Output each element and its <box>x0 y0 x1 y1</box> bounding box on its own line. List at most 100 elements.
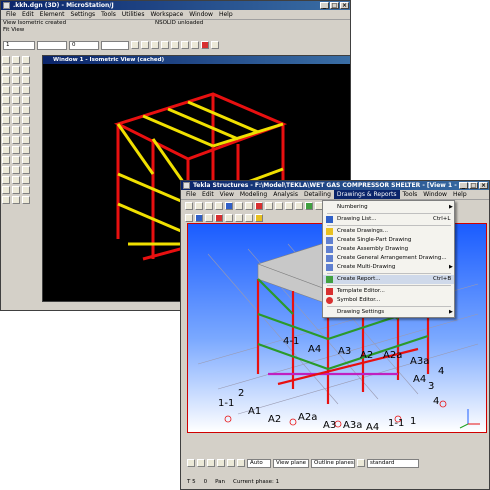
select-icon[interactable] <box>2 56 10 64</box>
column-icon[interactable] <box>265 202 273 210</box>
outline-dropdown[interactable]: Outline planes <box>311 458 355 468</box>
view-previous-icon[interactable] <box>12 156 20 164</box>
close-button[interactable]: × <box>340 2 349 9</box>
weld-icon[interactable] <box>295 202 303 210</box>
redo-icon[interactable] <box>191 41 199 49</box>
beam-icon[interactable] <box>255 202 263 210</box>
delete-icon[interactable] <box>215 214 223 222</box>
menu-window[interactable]: Window <box>186 10 216 19</box>
cell-icon[interactable] <box>22 76 30 84</box>
cut-icon[interactable] <box>151 41 159 49</box>
fit-view-icon[interactable] <box>12 146 20 154</box>
window-area-icon[interactable] <box>2 146 10 154</box>
tekla-menu-view[interactable]: View <box>217 190 237 199</box>
undo-icon[interactable] <box>181 41 189 49</box>
render-view-icon[interactable] <box>12 166 20 174</box>
menu-edit[interactable]: Edit <box>19 10 37 19</box>
tekla-menu-drawings-reports[interactable]: Drawings & Reports <box>333 190 400 199</box>
delete-icon[interactable] <box>12 96 20 104</box>
arc-icon[interactable] <box>12 66 20 74</box>
menu-item-single-part[interactable]: Create Single-Part Drawing <box>323 236 454 245</box>
point-icon[interactable] <box>205 214 213 222</box>
menu-utilities[interactable]: Utilities <box>119 10 148 19</box>
snap-nearest-icon[interactable] <box>227 459 235 467</box>
accudraw-icon[interactable] <box>22 176 30 184</box>
plate-icon[interactable] <box>275 202 283 210</box>
mirror-icon[interactable] <box>245 214 253 222</box>
print-icon[interactable] <box>215 202 223 210</box>
tekla-menu-window[interactable]: Window <box>420 190 450 199</box>
microstation-title-bar[interactable]: .kkh.dgn (3D) - MicroStation/J _ □ × <box>1 1 350 10</box>
camera-icon[interactable] <box>2 166 10 174</box>
snap-icon[interactable] <box>12 176 20 184</box>
raster-icon[interactable] <box>22 186 30 194</box>
menu-item-drawing-list[interactable]: Drawing List... Ctrl+L <box>323 215 454 224</box>
hatch-icon[interactable] <box>12 196 20 204</box>
snap-depth-dropdown[interactable]: Auto <box>247 458 271 468</box>
menu-item-drawing-settings[interactable]: Drawing Settings ▶ <box>323 308 454 317</box>
polygon-icon[interactable] <box>2 76 10 84</box>
line-icon[interactable] <box>195 214 203 222</box>
chamfer-icon[interactable] <box>22 116 30 124</box>
rotate-view-icon[interactable] <box>22 146 30 154</box>
select-filter-icon[interactable] <box>357 459 365 467</box>
menu-item-create-report[interactable]: Create Report... Ctrl+B <box>323 275 454 284</box>
new-icon[interactable] <box>185 202 193 210</box>
menu-help[interactable]: Help <box>216 10 236 19</box>
fence-icon[interactable] <box>12 56 20 64</box>
menu-item-multi-drawing[interactable]: Create Multi-Drawing ▶ <box>323 263 454 272</box>
tekla-menu-file[interactable]: File <box>183 190 199 199</box>
bolt-icon[interactable] <box>285 202 293 210</box>
line-icon[interactable] <box>2 66 10 74</box>
render-icon[interactable] <box>201 41 209 49</box>
menu-item-numbering[interactable]: Numbering ▶ <box>323 203 454 212</box>
plane-dropdown[interactable]: View plane <box>273 458 309 468</box>
redo-icon[interactable] <box>245 202 253 210</box>
text-icon[interactable] <box>12 76 20 84</box>
menu-item-symbol-editor[interactable]: Symbol Editor... <box>323 296 454 305</box>
snap-perpendicular-icon[interactable] <box>217 459 225 467</box>
snap-mid-icon[interactable] <box>197 459 205 467</box>
move-icon[interactable] <box>22 56 30 64</box>
filter-icon[interactable] <box>255 214 263 222</box>
menu-element[interactable]: Element <box>37 10 68 19</box>
maximize-button[interactable]: □ <box>330 2 339 9</box>
fillet-icon[interactable] <box>12 116 20 124</box>
move-icon[interactable] <box>235 214 243 222</box>
menu-file[interactable]: File <box>3 10 19 19</box>
level-dropdown[interactable]: 1 <box>3 40 35 50</box>
surface-icon[interactable] <box>12 126 20 134</box>
snap-free-icon[interactable] <box>237 459 245 467</box>
tag-icon[interactable] <box>22 196 30 204</box>
modify-icon[interactable] <box>2 96 10 104</box>
close-button[interactable]: × <box>479 182 488 189</box>
minimize-button[interactable]: _ <box>459 182 468 189</box>
circle-icon[interactable] <box>22 66 30 74</box>
level-manager-icon[interactable] <box>2 186 10 194</box>
view-next-icon[interactable] <box>22 156 30 164</box>
maximize-button[interactable]: □ <box>469 182 478 189</box>
open-icon[interactable] <box>195 202 203 210</box>
dimension-icon[interactable] <box>2 86 10 94</box>
help-icon[interactable] <box>211 41 219 49</box>
view-control-icon[interactable] <box>2 136 10 144</box>
style-dropdown[interactable] <box>101 40 129 50</box>
tekla-menu-analysis[interactable]: Analysis <box>270 190 301 199</box>
extend-icon[interactable] <box>2 116 10 124</box>
tekla-menu-modeling[interactable]: Modeling <box>237 190 270 199</box>
undo-icon[interactable] <box>235 202 243 210</box>
minimize-button[interactable]: _ <box>320 2 329 9</box>
tekla-title-bar[interactable]: Tekla Structures - F:\Model\TEKLA\WET GA… <box>181 181 489 190</box>
save-icon[interactable] <box>131 41 139 49</box>
paste-icon[interactable] <box>171 41 179 49</box>
copy-icon[interactable] <box>225 214 233 222</box>
menu-item-assembly[interactable]: Create Assembly Drawing <box>323 245 454 254</box>
trim-icon[interactable] <box>22 106 30 114</box>
select-icon[interactable] <box>225 202 233 210</box>
mesh-icon[interactable] <box>22 126 30 134</box>
menu-item-template-editor[interactable]: Template Editor... <box>323 287 454 296</box>
menu-settings[interactable]: Settings <box>68 10 99 19</box>
snap-end-icon[interactable] <box>187 459 195 467</box>
zoom-in-icon[interactable] <box>12 136 20 144</box>
tekla-menu-tools[interactable]: Tools <box>400 190 421 199</box>
